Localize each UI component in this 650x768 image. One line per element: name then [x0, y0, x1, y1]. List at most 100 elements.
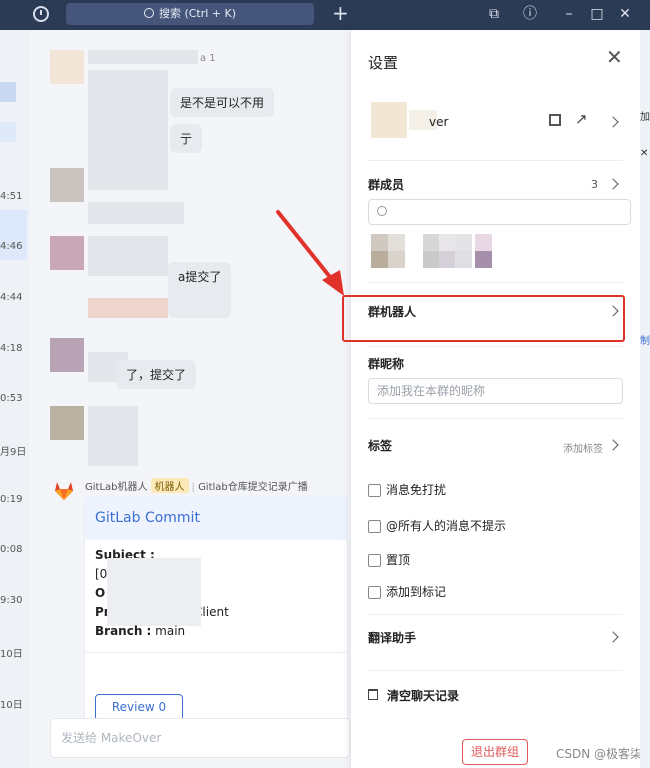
plus-icon[interactable]: + [332, 3, 349, 23]
conversation-list-strip: 4:51 4:46 4:44 4:18 0:53 月9日 0:19 0:08 9… [0, 30, 30, 768]
redacted-content [107, 558, 201, 626]
message-input[interactable]: 发送给 MakeOver [50, 718, 350, 758]
edge-text: 加 [640, 112, 650, 123]
conversation-time: 月9日 [0, 447, 27, 458]
message-count: a 1 [200, 53, 216, 64]
sender-name: GitLab机器人 [85, 482, 148, 493]
member-avatar[interactable] [371, 251, 388, 268]
redacted-content [88, 202, 184, 224]
gitlab-commit-card: GitLab Commit Subject : [0 O Pr -Client B… [85, 496, 347, 734]
translate-assistant-label[interactable]: 翻译助手 [368, 629, 416, 646]
redacted-content [88, 70, 168, 190]
close-icon[interactable]: ✕ [640, 148, 648, 159]
member-avatar[interactable] [371, 234, 388, 251]
chat-area: a 1 是不是可以不用 亍 a提交了 了，提交了 GitLab机器人 机器人 | G… [30, 30, 350, 768]
exit-group-button[interactable]: 退出群组 [462, 739, 528, 765]
annotation-arrow-icon [276, 210, 344, 296]
clear-history-button[interactable]: 清空聊天记录 [387, 687, 459, 704]
redacted-content [88, 298, 168, 318]
conversation-time: 4:46 [0, 241, 23, 252]
search-placeholder: 搜索 (Ctrl + K) [158, 7, 237, 20]
checkbox[interactable] [368, 554, 381, 567]
avatar [50, 338, 84, 372]
conversation-time: 0:19 [0, 494, 23, 505]
checkbox[interactable] [368, 586, 381, 599]
robot-badge: 机器人 [150, 478, 189, 493]
member-avatar[interactable] [455, 251, 472, 268]
checkbox-do-not-disturb[interactable]: 消息免打扰 [368, 481, 446, 497]
member-avatar[interactable] [475, 251, 492, 268]
divider [368, 418, 623, 419]
member-avatar[interactable] [423, 251, 440, 268]
checkbox[interactable] [368, 484, 381, 497]
conversation-item-active[interactable] [0, 210, 27, 260]
close-panel-icon[interactable]: ✕ [606, 47, 623, 67]
group-name: ver [429, 115, 449, 129]
chevron-right-icon[interactable] [607, 178, 619, 190]
checkbox-pin-top[interactable]: 置顶 [368, 551, 410, 567]
redacted-content [88, 406, 138, 466]
trash-icon [368, 689, 378, 700]
members-count: 3 [591, 178, 598, 191]
nickname-input[interactable]: 添加我在本群的昵称 [368, 378, 623, 404]
member-avatar[interactable] [388, 234, 405, 251]
card-line: [0 [95, 567, 108, 581]
member-avatar[interactable] [439, 251, 456, 268]
chevron-right-icon[interactable] [607, 631, 619, 643]
checkbox[interactable] [368, 520, 381, 533]
message-bubble: 是不是可以不用 [170, 88, 275, 117]
avatar [50, 406, 84, 440]
member-avatar[interactable] [423, 234, 440, 251]
search-icon [143, 8, 154, 18]
title-bar: 搜索 (Ctrl + K) + ⧉ ⓘ – □ ✕ [0, 0, 650, 30]
global-search-box[interactable]: 搜索 (Ctrl + K) [66, 3, 314, 25]
checkbox-add-mark[interactable]: 添加到标记 [368, 583, 446, 599]
share-icon[interactable]: ↗ [575, 110, 588, 128]
card-line: O [95, 586, 106, 600]
member-avatar[interactable] [475, 234, 492, 251]
gitlab-sender-line: GitLab机器人 机器人 | Gitlab仓库提交记录广播 [85, 478, 308, 493]
message-bubble: a提交了 [168, 262, 232, 318]
conversation-time: 9:30 [0, 595, 23, 606]
checkbox-mute-at-all[interactable]: @所有人的消息不提示 [368, 517, 506, 533]
member-avatar[interactable] [455, 234, 472, 251]
avatar [50, 236, 84, 270]
annotation-highlight-box [342, 295, 625, 342]
card-title: GitLab Commit [85, 496, 347, 540]
members-label: 群成员 [368, 178, 405, 192]
qr-code-icon[interactable] [549, 114, 561, 126]
nickname-label: 群昵称 [368, 357, 405, 371]
message-bubble: 亍 [170, 124, 203, 153]
gitlab-logo-icon [55, 482, 73, 500]
card-divider [85, 652, 347, 653]
review-button[interactable]: Review 0 [95, 694, 183, 721]
sender-source: Gitlab仓库提交记录广播 [198, 482, 308, 493]
help-icon[interactable]: ⓘ [521, 5, 539, 23]
divider [368, 614, 623, 615]
message-bubble: 了，提交了 [116, 360, 197, 389]
member-search-input[interactable] [368, 199, 631, 225]
group-avatar [371, 102, 407, 138]
chevron-right-icon[interactable] [607, 439, 619, 451]
close-icon[interactable]: ✕ [616, 5, 634, 23]
search-icon [377, 206, 387, 216]
chevron-right-icon[interactable] [607, 116, 619, 128]
conversation-item[interactable] [0, 82, 16, 102]
divider [368, 670, 623, 671]
card-branch: Branch : main [95, 624, 186, 638]
divider [368, 160, 623, 161]
history-icon[interactable] [33, 6, 49, 22]
conversation-time: 10日 [0, 700, 23, 711]
add-tag-link[interactable]: 添加标签 [563, 440, 603, 455]
member-avatar[interactable] [439, 234, 456, 251]
conversation-time: 4:44 [0, 292, 23, 303]
panel-title: 设置 [368, 54, 399, 72]
conversation-time: 10日 [0, 649, 23, 660]
avatar [50, 168, 84, 202]
conversation-item[interactable] [0, 122, 16, 142]
member-avatar[interactable] [388, 251, 405, 268]
edge-text: 制 [640, 336, 650, 347]
minimize-icon[interactable]: – [560, 5, 578, 23]
screen-share-icon[interactable]: ⧉ [485, 5, 503, 23]
maximize-icon[interactable]: □ [588, 5, 606, 23]
